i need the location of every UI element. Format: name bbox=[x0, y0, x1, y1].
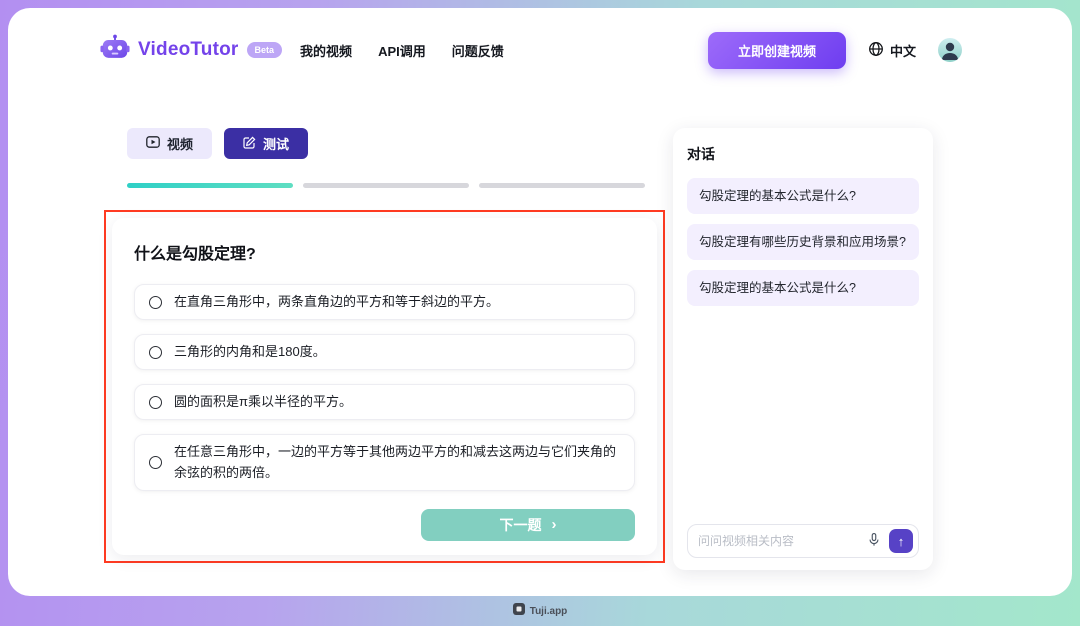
radio-icon[interactable] bbox=[149, 346, 162, 359]
send-button[interactable]: ↑ bbox=[889, 529, 913, 553]
chat-message: 勾股定理的基本公式是什么? bbox=[687, 270, 919, 306]
tab-video-label: 视频 bbox=[167, 134, 193, 153]
tuji-logo-icon bbox=[513, 602, 525, 620]
quiz-question: 什么是勾股定理? bbox=[134, 240, 635, 264]
quiz-option[interactable]: 在任意三角形中，一边的平方等于其他两边平方的和减去这两边与它们夹角的余弦的积的两… bbox=[134, 434, 635, 490]
beta-badge: Beta bbox=[247, 42, 283, 58]
annotation-box: 什么是勾股定理? 在直角三角形中，两条直角边的平方和等于斜边的平方。 三角形的内… bbox=[104, 210, 665, 563]
next-question-button[interactable]: 下一题 › bbox=[421, 509, 635, 541]
videotutor-robot-icon bbox=[100, 34, 130, 66]
header-right: 立即创建视频 中文 bbox=[708, 32, 962, 69]
nav-item-api[interactable]: API调用 bbox=[378, 41, 426, 60]
tuji-label: Tuji.app bbox=[530, 606, 568, 617]
language-selector[interactable]: 中文 bbox=[868, 41, 916, 60]
footer-badge[interactable]: Tuji.app bbox=[0, 596, 1080, 626]
brand-name: VideoTutor bbox=[138, 39, 239, 61]
edit-pencil-icon bbox=[243, 136, 256, 152]
quiz-option[interactable]: 在直角三角形中，两条直角边的平方和等于斜边的平方。 bbox=[134, 284, 635, 320]
option-text: 三角形的内角和是180度。 bbox=[174, 342, 326, 362]
tab-quiz[interactable]: 测试 bbox=[224, 128, 308, 159]
progress-segment bbox=[303, 183, 469, 188]
chat-input-row: ↑ bbox=[687, 524, 919, 558]
quiz-card: 什么是勾股定理? 在直角三角形中，两条直角边的平方和等于斜边的平方。 三角形的内… bbox=[112, 218, 657, 555]
view-tabs: 视频 测试 bbox=[127, 128, 665, 159]
chevron-right-icon: › bbox=[552, 517, 557, 532]
option-text: 圆的面积是π乘以半径的平方。 bbox=[174, 392, 352, 412]
radio-icon[interactable] bbox=[149, 396, 162, 409]
language-label: 中文 bbox=[890, 41, 916, 60]
next-question-label: 下一题 bbox=[500, 515, 542, 535]
progress-segment bbox=[127, 183, 293, 188]
nav-item-feedback[interactable]: 问题反馈 bbox=[452, 41, 504, 60]
chat-panel: 对话 勾股定理的基本公式是什么? 勾股定理有哪些历史背景和应用场景? 勾股定理的… bbox=[673, 128, 933, 570]
lesson-panel: 视频 测试 什么是 bbox=[104, 128, 665, 563]
microphone-icon bbox=[867, 532, 881, 550]
option-text: 在直角三角形中，两条直角边的平方和等于斜边的平方。 bbox=[174, 292, 499, 312]
globe-icon bbox=[868, 41, 884, 60]
quiz-actions: 下一题 › bbox=[134, 509, 635, 541]
app-window: VideoTutor Beta 我的视频 API调用 问题反馈 立即创建视频 中… bbox=[8, 8, 1072, 596]
brand-link[interactable]: VideoTutor Beta bbox=[100, 34, 282, 66]
nav-item-my-videos[interactable]: 我的视频 bbox=[300, 41, 352, 60]
quiz-option[interactable]: 圆的面积是π乘以半径的平方。 bbox=[134, 384, 635, 420]
tab-quiz-label: 测试 bbox=[263, 134, 289, 153]
quiz-option[interactable]: 三角形的内角和是180度。 bbox=[134, 334, 635, 370]
main-content: 视频 测试 什么是 bbox=[104, 128, 1072, 570]
progress-bar bbox=[127, 183, 645, 188]
main-nav: 我的视频 API调用 问题反馈 bbox=[300, 41, 504, 60]
video-play-icon bbox=[146, 136, 160, 151]
tab-video[interactable]: 视频 bbox=[127, 128, 212, 159]
chat-input[interactable] bbox=[698, 534, 859, 548]
radio-icon[interactable] bbox=[149, 456, 162, 469]
header: VideoTutor Beta 我的视频 API调用 问题反馈 立即创建视频 中… bbox=[100, 30, 962, 70]
arrow-up-icon: ↑ bbox=[898, 534, 905, 549]
avatar[interactable] bbox=[938, 38, 962, 62]
option-list: 在直角三角形中，两条直角边的平方和等于斜边的平方。 三角形的内角和是180度。 … bbox=[134, 284, 635, 491]
chat-message: 勾股定理的基本公式是什么? bbox=[687, 178, 919, 214]
radio-icon[interactable] bbox=[149, 296, 162, 309]
option-text: 在任意三角形中，一边的平方等于其他两边平方的和减去这两边与它们夹角的余弦的积的两… bbox=[174, 442, 620, 482]
chat-message: 勾股定理有哪些历史背景和应用场景? bbox=[687, 224, 919, 260]
chat-title: 对话 bbox=[687, 144, 919, 164]
mic-button[interactable] bbox=[865, 532, 883, 550]
progress-segment bbox=[479, 183, 645, 188]
create-video-button[interactable]: 立即创建视频 bbox=[708, 32, 846, 69]
